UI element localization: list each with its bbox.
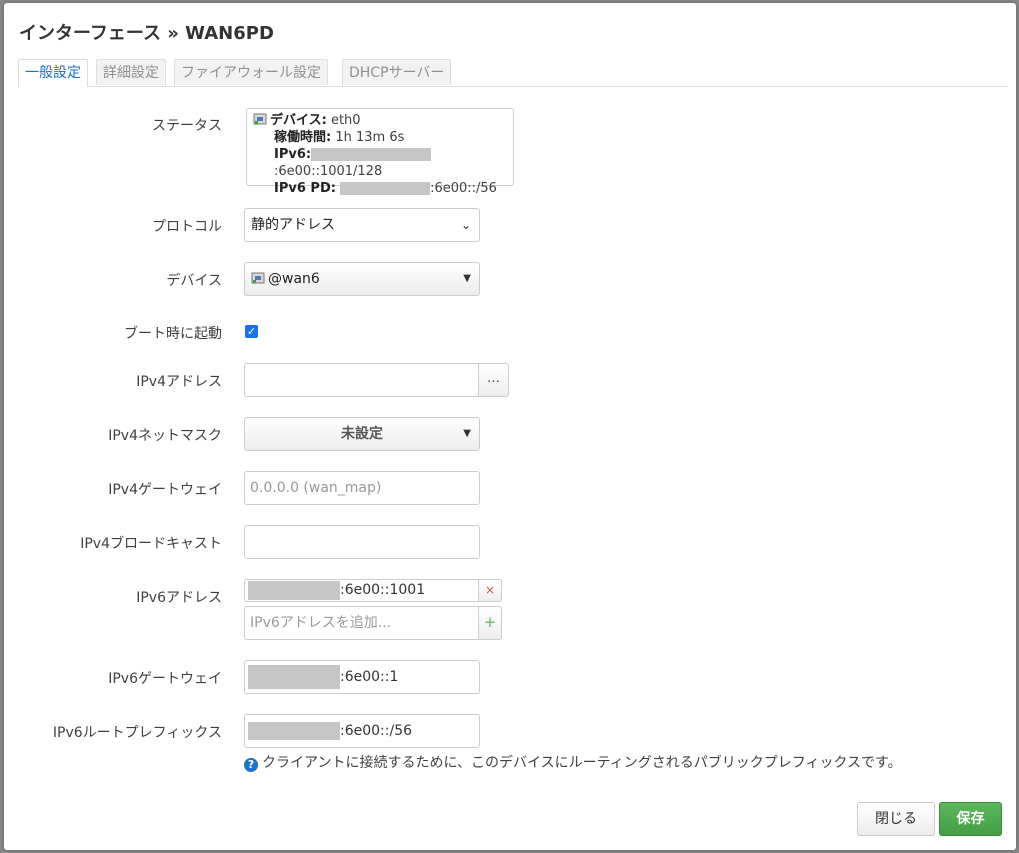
tab-advanced[interactable]: 詳細設定 <box>96 59 166 85</box>
status-uptime-value: 1h 13m 6s <box>335 130 405 145</box>
status-device-key: デバイス: <box>270 113 327 128</box>
close-button[interactable]: 閉じる <box>857 802 935 836</box>
ipv4gw-placeholder: 0.0.0.0 (wan_map) <box>250 480 382 496</box>
protocol-value: 静的アドレス <box>251 217 335 233</box>
tab-bar: 一般設定 詳細設定 ファイアウォール設定 DHCPサーバー <box>18 59 1008 87</box>
tab-general[interactable]: 一般設定 <box>18 59 88 87</box>
interface-modal: インターフェース » WAN6PD 一般設定 詳細設定 ファイアウォール設定 D… <box>4 3 1016 850</box>
ipv4mask-label: IPv4ネットマスク <box>108 428 222 444</box>
status-uptime-key: 稼働時間: <box>274 130 332 145</box>
caret-down-icon: ▼ <box>463 428 471 439</box>
protocol-select[interactable]: 静的アドレス ⌄ <box>244 208 480 242</box>
status-ipv6pd-key: IPv6 PD: <box>274 181 336 196</box>
ipv6addr-remove-button[interactable]: × <box>478 579 502 602</box>
redacted-block <box>248 580 340 600</box>
chevron-down-icon: ⌄ <box>460 218 471 232</box>
redacted-block <box>248 722 340 740</box>
ipv6prefix-label: IPv6ルートプレフィックス <box>52 725 222 741</box>
network-port-icon <box>251 272 265 284</box>
redacted-block <box>311 148 432 161</box>
ipv4gw-label: IPv4ゲートウェイ <box>108 482 222 498</box>
ipv6addr-item[interactable]: :6e00::1001 <box>244 579 480 602</box>
status-ipv6-value: :6e00::1001/128 <box>274 164 383 179</box>
ipv4addr-input[interactable] <box>244 363 480 397</box>
bootstart-checkbox[interactable]: ✓ <box>245 325 258 338</box>
ipv4mask-dropdown[interactable]: 未設定 ▼ <box>244 417 480 451</box>
ipv6addr-label: IPv6アドレス <box>136 590 222 606</box>
ipv6prefix-input[interactable]: :6e00::/56 <box>244 714 480 748</box>
tab-firewall[interactable]: ファイアウォール設定 <box>174 59 328 85</box>
save-button[interactable]: 保存 <box>939 802 1002 836</box>
device-value: @wan6 <box>268 271 320 287</box>
ipv6addr-add-input[interactable]: IPv6アドレスを追加... <box>244 606 480 640</box>
ipv4addr-more-button[interactable]: … <box>478 363 509 397</box>
ipv6gw-input[interactable]: :6e00::1 <box>244 660 480 694</box>
status-box: デバイス: eth0 稼働時間: 1h 13m 6s IPv6::6e00::1… <box>246 108 514 196</box>
ipv6gw-value: :6e00::1 <box>340 669 399 685</box>
ipv6prefix-help: ? クライアントに接続するために、このデバイスにルーティングされるパブリックプレフ… <box>244 752 902 772</box>
ipv6prefix-value: :6e00::/56 <box>340 723 413 739</box>
ipv4mask-value: 未設定 <box>341 426 383 442</box>
ipv4gw-input[interactable]: 0.0.0.0 (wan_map) <box>244 471 480 505</box>
question-icon: ? <box>244 758 258 772</box>
ipv4bcast-label: IPv4ブロードキャスト <box>80 536 222 552</box>
network-port-icon <box>253 113 267 125</box>
status-ipv6pd-value: :6e00::/56 <box>430 181 497 196</box>
tab-dhcp[interactable]: DHCPサーバー <box>342 59 452 85</box>
redacted-block <box>340 182 431 195</box>
status-device-value: eth0 <box>330 113 361 128</box>
device-dropdown[interactable]: @wan6 ▼ <box>244 262 480 296</box>
status-ipv6-key: IPv6: <box>274 147 312 162</box>
ipv6prefix-help-text: クライアントに接続するために、このデバイスにルーティングされるパブリックプレフィ… <box>262 755 902 771</box>
ipv6addr-add-button[interactable]: + <box>478 606 502 640</box>
redacted-block <box>248 665 340 689</box>
ipv6addr-add-placeholder: IPv6アドレスを追加... <box>250 615 392 631</box>
ipv6addr-value: :6e00::1001 <box>340 582 426 598</box>
ipv4addr-label: IPv4アドレス <box>136 374 222 390</box>
ipv6gw-label: IPv6ゲートウェイ <box>108 671 222 687</box>
bootstart-label: ブート時に起動 <box>124 326 222 342</box>
device-label: デバイス <box>166 273 222 289</box>
ipv4bcast-input[interactable] <box>244 525 480 559</box>
modal-title: インターフェース » WAN6PD <box>19 23 274 44</box>
caret-down-icon: ▼ <box>463 273 471 284</box>
protocol-label: プロトコル <box>152 219 222 235</box>
status-label: ステータス <box>152 118 222 134</box>
